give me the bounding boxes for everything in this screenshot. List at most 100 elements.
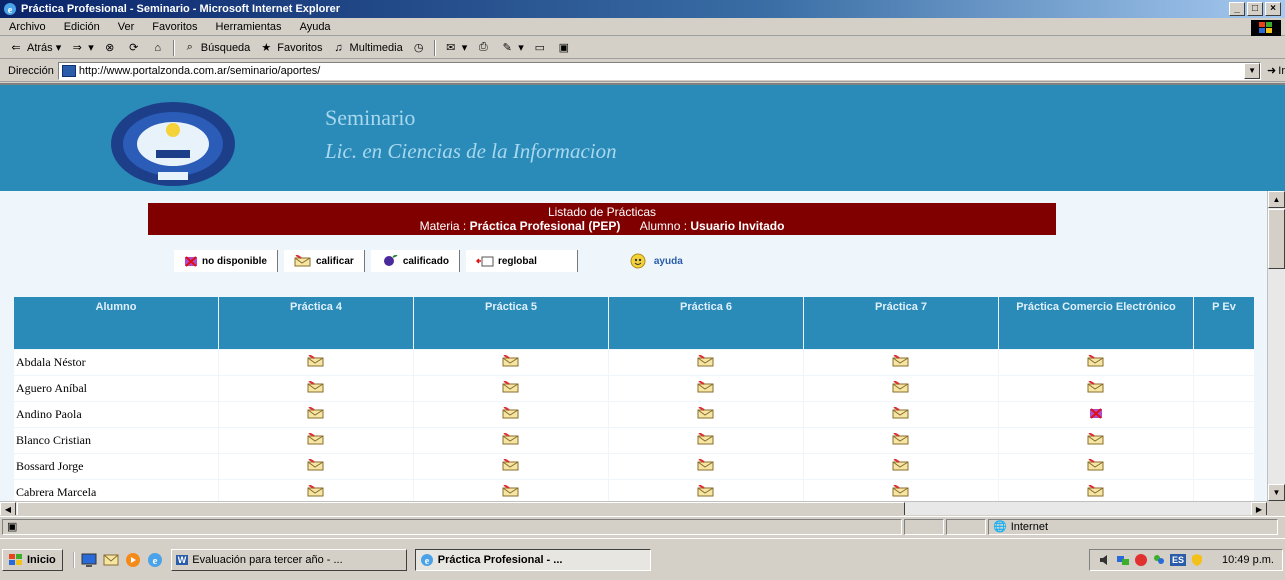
status-cell-grade[interactable] (804, 428, 998, 453)
col-header-practica-5[interactable]: Práctica 5 (414, 297, 608, 349)
scrollbar-corner (1267, 501, 1285, 515)
status-cell-grade[interactable] (414, 428, 608, 453)
unavailable-icon (185, 256, 197, 267)
scroll-right-button[interactable]: ▶ (1251, 502, 1267, 515)
envelope-icon (697, 354, 714, 367)
minimize-button[interactable]: _ (1229, 2, 1245, 16)
refresh-icon: ⟳ (129, 42, 139, 54)
status-cell-grade[interactable] (219, 350, 413, 375)
title-bar[interactable]: e Práctica Profesional - Seminario - Mic… (0, 0, 1285, 18)
language-indicator[interactable]: ES (1170, 553, 1187, 566)
help-link[interactable]: ayuda (618, 250, 693, 272)
status-cell-grade[interactable] (609, 350, 803, 375)
history-button[interactable]: ◷ (407, 38, 431, 58)
maximize-button[interactable]: □ (1247, 2, 1263, 16)
task-label: Práctica Profesional - ... (437, 553, 563, 566)
home-button[interactable]: ⌂ (146, 38, 170, 58)
go-button[interactable]: ➜ Ir (1267, 64, 1285, 78)
forward-button[interactable]: ⇒ ▾ (65, 38, 98, 58)
status-cell-grade[interactable] (414, 350, 608, 375)
menu-ver[interactable]: Ver (109, 21, 144, 33)
start-button[interactable]: Inicio (2, 548, 63, 571)
status-cell-grade[interactable] (219, 454, 413, 479)
favorites-button[interactable]: ★ Favoritos (254, 38, 326, 58)
shield-icon[interactable] (1190, 553, 1204, 567)
discuss-button[interactable]: ▭ (528, 38, 552, 58)
task-button-ie[interactable]: e Práctica Profesional - ... (414, 548, 651, 571)
quick-launch: e (72, 551, 163, 568)
print-button[interactable]: ⎙ (471, 38, 495, 58)
envelope-icon (294, 255, 311, 267)
media-player-icon[interactable] (125, 552, 141, 568)
address-dropdown-button[interactable]: ▼ (1244, 62, 1261, 79)
status-cell-grade[interactable] (804, 402, 998, 427)
media-button[interactable]: ♫ Multimedia (327, 38, 407, 58)
returned-icon (475, 256, 494, 267)
horizontal-scroll-thumb[interactable] (17, 502, 905, 515)
mail-button[interactable]: ✉ ▾ (439, 38, 472, 58)
desktop-icon[interactable] (81, 552, 97, 568)
outlook-icon[interactable] (103, 552, 119, 568)
vertical-scroll-thumb[interactable] (1268, 209, 1285, 269)
ie-icon[interactable]: e (147, 552, 163, 568)
col-header-practica-comercio[interactable]: Práctica Comercio Electrónico (999, 297, 1193, 349)
search-label: Búsqueda (200, 41, 251, 54)
student-name: Bossard Jorge (14, 454, 218, 479)
status-cell-grade[interactable] (609, 376, 803, 401)
messenger-button[interactable]: ▣ (552, 38, 576, 58)
volume-icon[interactable] (1098, 553, 1112, 567)
status-cell-grade[interactable] (999, 350, 1193, 375)
envelope-icon (697, 380, 714, 393)
horizontal-scrollbar[interactable]: ◀ ▶ (0, 501, 1267, 515)
messenger-icon: ▣ (558, 42, 569, 54)
back-button[interactable]: ⇐ Atrás ▾ (4, 38, 65, 58)
task-button-word[interactable]: W Evaluación para tercer año - ... (170, 548, 407, 571)
status-cell-grade[interactable] (999, 376, 1193, 401)
status-cell-grade[interactable] (999, 428, 1193, 453)
status-cell-grade[interactable] (609, 428, 803, 453)
col-header-practica-7[interactable]: Práctica 7 (804, 297, 998, 349)
col-header-alumno[interactable]: Alumno (14, 297, 218, 349)
status-cell-empty (1194, 376, 1254, 401)
envelope-icon (697, 432, 714, 445)
scroll-down-button[interactable]: ▼ (1268, 484, 1285, 501)
close-button[interactable]: × (1265, 2, 1281, 16)
menu-favoritos[interactable]: Favoritos (143, 21, 206, 33)
table-row: Andino Paola (14, 402, 1254, 427)
status-cell-grade[interactable] (609, 402, 803, 427)
status-cell-grade[interactable] (414, 454, 608, 479)
status-cell-grade[interactable] (414, 376, 608, 401)
antivirus-icon[interactable] (1134, 553, 1148, 567)
menu-archivo[interactable]: Archivo (0, 21, 55, 33)
address-field[interactable]: ▼ (57, 61, 1262, 80)
scroll-up-button[interactable]: ▲ (1268, 191, 1285, 208)
col-header-practica-4[interactable]: Práctica 4 (219, 297, 413, 349)
stop-button[interactable]: ⊗ (98, 38, 122, 58)
status-cell-grade[interactable] (804, 376, 998, 401)
refresh-button[interactable]: ⟳ (122, 38, 146, 58)
status-cell-grade[interactable] (219, 428, 413, 453)
status-cell-grade[interactable] (804, 350, 998, 375)
search-button[interactable]: ⌕ Búsqueda (178, 38, 255, 58)
status-cell-grade[interactable] (609, 454, 803, 479)
menu-ayuda[interactable]: Ayuda (291, 21, 340, 33)
status-cell-grade[interactable] (219, 376, 413, 401)
scroll-left-button[interactable]: ◀ (0, 502, 16, 515)
menu-herramientas[interactable]: Herramientas (207, 21, 291, 33)
status-cell-grade[interactable] (219, 402, 413, 427)
table-row: Abdala Néstor (14, 350, 1254, 375)
menu-edicion[interactable]: Edición (55, 21, 109, 33)
edit-button[interactable]: ✎ ▾ (495, 38, 528, 58)
col-header-practica-ev[interactable]: P Ev (1194, 297, 1254, 349)
status-cell-grade[interactable] (414, 402, 608, 427)
windows-logo-icon (1251, 20, 1281, 36)
status-cell-grade[interactable] (999, 454, 1193, 479)
vertical-scrollbar[interactable]: ▲ ▼ (1267, 191, 1285, 501)
status-cell-grade[interactable] (804, 454, 998, 479)
status-cell-empty (1194, 402, 1254, 427)
url-input[interactable] (78, 64, 1229, 77)
messenger-icon[interactable] (1152, 553, 1166, 567)
star-icon: ★ (261, 42, 272, 54)
col-header-practica-6[interactable]: Práctica 6 (609, 297, 803, 349)
network-icon[interactable] (1116, 553, 1130, 567)
